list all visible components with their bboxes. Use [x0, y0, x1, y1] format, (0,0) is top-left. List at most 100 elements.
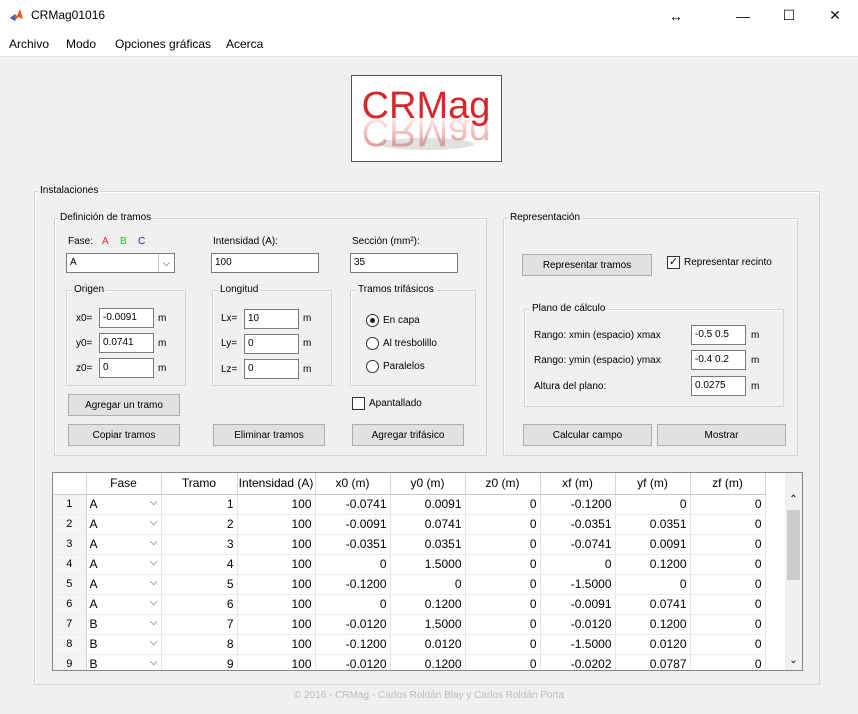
table-cell[interactable]: 0 [465, 494, 541, 515]
table-cell[interactable]: -0.1200 [540, 494, 616, 515]
table-cell[interactable]: 0 [465, 614, 541, 635]
table-cell[interactable]: -0.0351 [315, 534, 391, 555]
table-cell[interactable]: 0.0120 [390, 634, 466, 655]
scrollbar-thumb[interactable] [787, 510, 800, 580]
column-header[interactable]: Fase [86, 473, 162, 495]
table-cell[interactable]: 100 [237, 654, 316, 670]
intensidad-input[interactable]: 100 [211, 253, 319, 273]
table-cell[interactable]: 100 [237, 594, 316, 615]
table-cell[interactable]: 0 [615, 494, 691, 515]
column-header[interactable]: Intensidad (A) [237, 473, 316, 495]
table-row[interactable]: 4 A ⌵ 4 100 0 1.5000 0 0 0.1200 0 [53, 554, 766, 575]
scroll-down-icon[interactable]: ⌄ [785, 655, 802, 666]
menu-acerca[interactable]: Acerca [226, 37, 263, 51]
fase-cell[interactable]: B ⌵ [86, 614, 162, 635]
x0-input[interactable]: -0.0091 [99, 308, 154, 328]
table-cell[interactable]: -0.0120 [315, 654, 391, 670]
fase-cell[interactable]: A ⌵ [86, 554, 162, 575]
table-cell[interactable]: 0 [540, 554, 616, 575]
table-cell[interactable]: 0.1200 [615, 614, 691, 635]
fase-select[interactable]: A ⌵ [66, 253, 175, 273]
table-cell[interactable]: 100 [237, 514, 316, 535]
y0-input[interactable]: 0.0741 [99, 333, 154, 353]
en-capa-radio[interactable] [366, 314, 379, 327]
table-cell[interactable]: 0.0091 [390, 494, 466, 515]
table-cell[interactable]: 0.1200 [390, 594, 466, 615]
seccion-input[interactable]: 35 [350, 253, 458, 273]
swap-icon[interactable]: ↔ [653, 0, 699, 31]
apantallado-checkbox[interactable] [352, 397, 365, 410]
table-cell[interactable]: 0 [690, 574, 766, 595]
minimize-button[interactable]: — [720, 0, 766, 31]
fase-cell[interactable]: A ⌵ [86, 594, 162, 615]
agregar-trifasico-button[interactable]: Agregar trifásico [352, 424, 464, 446]
table-cell[interactable]: -0.0120 [315, 614, 391, 635]
table-cell[interactable]: -0.0741 [315, 494, 391, 515]
table-cell[interactable]: -0.0202 [540, 654, 616, 670]
maximize-button[interactable]: ☐ [766, 0, 812, 31]
table-cell[interactable]: 0.0351 [615, 514, 691, 535]
column-header[interactable]: x0 (m) [315, 473, 391, 495]
table-cell[interactable]: 0 [690, 594, 766, 615]
table-cell[interactable]: 0 [465, 574, 541, 595]
table-cell[interactable]: -0.0741 [540, 534, 616, 555]
table-cell[interactable]: 6 [161, 594, 238, 615]
table-row[interactable]: 9 B ⌵ 9 100 -0.0120 0.1200 0 -0.0202 0.0787 0 [53, 654, 766, 670]
column-header[interactable]: z0 (m) [465, 473, 541, 495]
chevron-down-icon[interactable]: ⌵ [150, 597, 158, 608]
table-cell[interactable]: 100 [237, 614, 316, 635]
representar-tramos-button[interactable]: Representar tramos [522, 254, 652, 276]
chevron-down-icon[interactable]: ⌵ [150, 657, 158, 668]
fase-cell[interactable]: B ⌵ [86, 634, 162, 655]
table-cell[interactable]: 0 [390, 574, 466, 595]
table-cell[interactable]: 100 [237, 534, 316, 555]
paralelos-radio[interactable] [366, 360, 379, 373]
table-cell[interactable]: 0.0741 [615, 594, 691, 615]
table-cell[interactable]: 0.1200 [390, 654, 466, 670]
table-row[interactable]: 6 A ⌵ 6 100 0 0.1200 0 -0.0091 0.0741 0 [53, 594, 766, 615]
table-cell[interactable]: 0 [465, 654, 541, 670]
table-cell[interactable]: 0 [690, 514, 766, 535]
chevron-down-icon[interactable]: ⌵ [150, 537, 158, 548]
table-cell[interactable]: -0.0091 [540, 594, 616, 615]
fase-cell[interactable]: A ⌵ [86, 494, 162, 515]
table-cell[interactable]: 0.0741 [390, 514, 466, 535]
table-cell[interactable]: 0 [690, 614, 766, 635]
table-cell[interactable]: 2 [161, 514, 238, 535]
column-header[interactable]: xf (m) [540, 473, 616, 495]
table-cell[interactable]: -0.0091 [315, 514, 391, 535]
table-cell[interactable]: 1.5000 [390, 614, 466, 635]
table-cell[interactable]: 0 [615, 574, 691, 595]
table-cell[interactable]: 0 [690, 494, 766, 515]
column-header[interactable]: Tramo [161, 473, 238, 495]
altura-input[interactable]: 0.0275 [691, 376, 746, 396]
chevron-down-icon[interactable]: ⌵ [150, 497, 158, 508]
scroll-up-icon[interactable]: ⌃ [785, 494, 802, 505]
menu-opciones-graficas[interactable]: Opciones gráficas [115, 37, 211, 51]
table-cell[interactable]: -0.0120 [540, 614, 616, 635]
rango-y-input[interactable]: -0.4 0.2 [691, 350, 746, 370]
column-header[interactable]: yf (m) [615, 473, 691, 495]
z0-input[interactable]: 0 [99, 358, 154, 378]
lz-input[interactable]: 0 [244, 359, 299, 379]
table-cell[interactable]: 1.5000 [390, 554, 466, 575]
table-row[interactable]: 8 B ⌵ 8 100 -0.1200 0.0120 0 -1.5000 0.0120 0 [53, 634, 766, 655]
table-cell[interactable]: -0.1200 [315, 574, 391, 595]
menu-archivo[interactable]: Archivo [9, 37, 49, 51]
table-cell[interactable]: 0 [465, 514, 541, 535]
table-cell[interactable]: 100 [237, 494, 316, 515]
table-row[interactable]: 3 A ⌵ 3 100 -0.0351 0.0351 0 -0.0741 0.0091 0 [53, 534, 766, 555]
table-cell[interactable]: 0 [315, 554, 391, 575]
fase-cell[interactable]: B ⌵ [86, 654, 162, 670]
table-cell[interactable]: 3 [161, 534, 238, 555]
close-button[interactable]: ✕ [812, 0, 858, 31]
table-cell[interactable]: 8 [161, 634, 238, 655]
ly-input[interactable]: 0 [244, 334, 299, 354]
table-row[interactable]: 7 B ⌵ 7 100 -0.0120 1.5000 0 -0.0120 0.1200 0 [53, 614, 766, 635]
rango-x-input[interactable]: -0.5 0.5 [691, 325, 746, 345]
table-cell[interactable]: -0.0351 [540, 514, 616, 535]
chevron-down-icon[interactable]: ⌵ [150, 577, 158, 588]
eliminar-tramos-button[interactable]: Eliminar tramos [213, 424, 325, 446]
table-row[interactable]: 5 A ⌵ 5 100 -0.1200 0 0 -1.5000 0 0 [53, 574, 766, 595]
table-cell[interactable]: 0.0351 [390, 534, 466, 555]
